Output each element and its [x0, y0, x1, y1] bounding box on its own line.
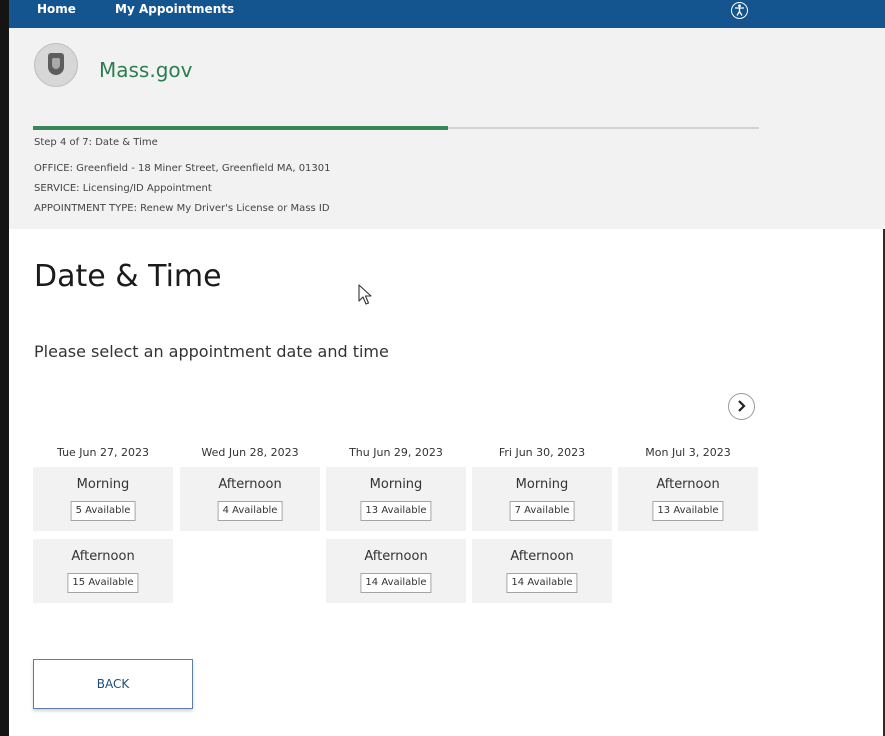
- progress-bar-fill: [33, 126, 448, 130]
- nav-home-link[interactable]: Home: [37, 2, 76, 16]
- time-slot[interactable]: Afternoon 4 Available: [180, 467, 320, 531]
- availability-badge: 13 Available: [360, 501, 432, 521]
- time-slot[interactable]: Morning 13 Available: [326, 467, 466, 531]
- accessibility-button[interactable]: [731, 2, 748, 19]
- appointment-type-info: APPOINTMENT TYPE: Renew My Driver's Lice…: [34, 203, 330, 214]
- time-slot-period: Morning: [76, 477, 130, 492]
- time-slot-period: Afternoon: [510, 549, 574, 564]
- availability-badge: 13 Available: [652, 501, 724, 521]
- day-header: Wed Jun 28, 2023: [201, 446, 299, 459]
- accessibility-icon: [735, 4, 744, 16]
- availability-badge: 14 Available: [360, 573, 432, 593]
- day-header: Fri Jun 30, 2023: [498, 446, 586, 459]
- time-slot[interactable]: Morning 7 Available: [472, 467, 612, 531]
- progress-bar: [33, 126, 759, 130]
- availability-badge: 15 Available: [67, 573, 139, 593]
- time-slot[interactable]: Afternoon 15 Available: [33, 539, 173, 603]
- chevron-right-icon: [738, 400, 746, 412]
- state-seal-icon: [34, 43, 78, 87]
- time-slot[interactable]: Afternoon 13 Available: [618, 467, 758, 531]
- time-slot-period: Morning: [515, 477, 569, 492]
- instructions: Please select an appointment date and ti…: [34, 342, 389, 361]
- time-slot-period: Afternoon: [364, 549, 428, 564]
- availability-badge: 14 Available: [506, 573, 578, 593]
- time-slot[interactable]: Morning 5 Available: [33, 467, 173, 531]
- header: Mass.gov Step 4 of 7: Date & Time OFFICE…: [9, 28, 885, 229]
- office-info: OFFICE: Greenfield - 18 Miner Street, Gr…: [34, 163, 331, 174]
- step-label: Step 4 of 7: Date & Time: [34, 137, 158, 148]
- day-header: Mon Jul 3, 2023: [645, 446, 731, 459]
- top-navigation: Home My Appointments: [9, 0, 885, 28]
- day-header: Thu Jun 29, 2023: [349, 446, 443, 459]
- service-info: SERVICE: Licensing/ID Appointment: [34, 183, 212, 194]
- time-slot-period: Afternoon: [218, 477, 282, 492]
- availability-badge: 5 Available: [70, 501, 136, 521]
- page: Home My Appointments Mass.gov Step 4 of …: [0, 0, 885, 736]
- left-window-edge: [0, 0, 9, 736]
- back-button[interactable]: BACK: [33, 659, 193, 709]
- time-slot[interactable]: Afternoon 14 Available: [472, 539, 612, 603]
- availability-badge: 7 Available: [509, 501, 575, 521]
- time-slot-period: Afternoon: [656, 477, 720, 492]
- availability-badge: 4 Available: [217, 501, 283, 521]
- brand-name[interactable]: Mass.gov: [99, 58, 192, 82]
- time-slot[interactable]: Afternoon 14 Available: [326, 539, 466, 603]
- nav-my-appointments-link[interactable]: My Appointments: [115, 2, 234, 16]
- day-header: Tue Jun 27, 2023: [57, 446, 149, 459]
- mouse-cursor-icon: [358, 284, 372, 305]
- page-title: Date & Time: [34, 259, 222, 294]
- next-dates-button[interactable]: [728, 393, 755, 420]
- time-slot-period: Morning: [369, 477, 423, 492]
- time-slot-period: Afternoon: [71, 549, 135, 564]
